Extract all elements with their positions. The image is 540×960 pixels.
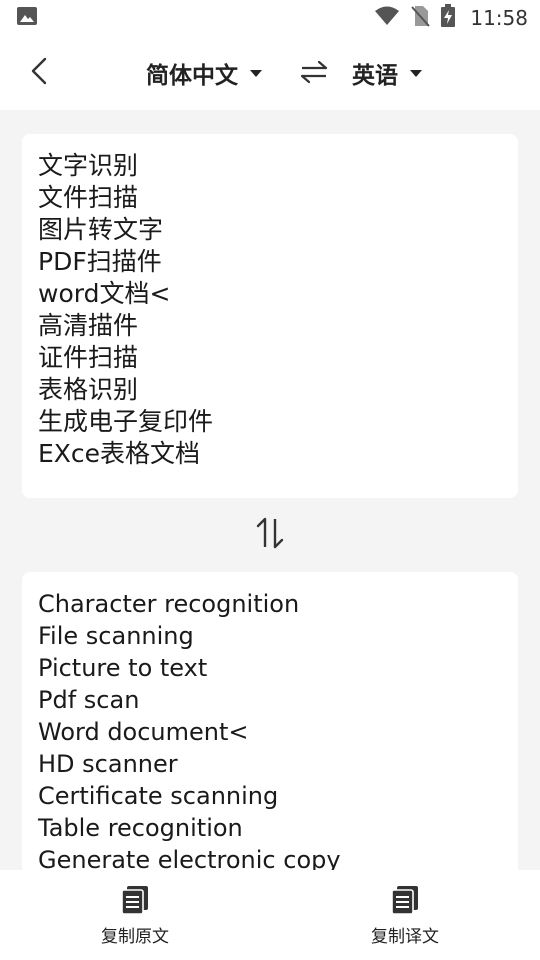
- copy-source-label: 复制原文: [101, 926, 169, 947]
- translation-text-lines: Character recognition File scanning Pictur…: [38, 588, 502, 872]
- translation-text-line: Pdf scan: [38, 686, 140, 714]
- source-text-area[interactable]: 文字识别文件扫描图片转文字 PDF扫描件 word文档< 高清描件证件扫描表格识别生成…: [22, 134, 518, 498]
- back-button[interactable]: [22, 56, 56, 90]
- document-copy-icon: [120, 884, 150, 916]
- chevron-left-icon: [29, 56, 49, 90]
- swap-text-button[interactable]: [252, 516, 288, 554]
- translation-text-line: Generate electronic copy: [38, 846, 341, 872]
- source-language-select[interactable]: 简体中文: [146, 54, 262, 92]
- source-text-line: 表格识别: [38, 375, 139, 404]
- source-text-lines: 文字识别文件扫描图片转文字 PDF扫描件 word文档< 高清描件证件扫描表格识别生成…: [38, 150, 502, 470]
- source-text-line: 文字识别: [38, 151, 139, 180]
- translation-text-line: Certificate scanning: [38, 782, 279, 810]
- caret-down-icon: [250, 69, 262, 77]
- source-text-line: EXce表格文档: [38, 439, 201, 468]
- source-language-label: 简体中文: [146, 63, 238, 89]
- copy-source-button[interactable]: 复制原文: [0, 870, 270, 960]
- translation-text-line: Word document<: [38, 718, 249, 746]
- swap-horizontal-icon: [299, 60, 329, 88]
- translation-text-line: File scanning: [38, 622, 194, 650]
- caret-down-icon: [410, 69, 422, 77]
- image-icon: [16, 6, 38, 30]
- source-text-line: 生成电子复印件: [38, 407, 214, 436]
- translation-text-line: HD scanner: [38, 750, 178, 778]
- source-text-line: 高清描件: [38, 311, 139, 340]
- copy-translation-button[interactable]: 复制译文: [270, 870, 540, 960]
- status-right: 11:58: [374, 4, 528, 32]
- translation-text-line: Table recognition: [38, 814, 243, 842]
- status-time: 11:58: [470, 6, 528, 30]
- target-language-label: 英语: [352, 63, 398, 89]
- no-sim-icon: [410, 5, 431, 31]
- copy-translation-label: 复制译文: [371, 926, 439, 947]
- translation-text-line: Character recognition: [38, 590, 300, 618]
- status-left: [16, 6, 374, 30]
- swap-vertical-icon: [255, 515, 285, 555]
- wifi-icon: [374, 6, 400, 30]
- source-text-line: word文档<: [38, 279, 171, 308]
- bottom-action-bar: 复制原文 复制译文: [0, 870, 540, 960]
- target-language-select[interactable]: 英语: [352, 54, 422, 92]
- source-text-line: 图片转文字: [38, 215, 164, 244]
- translation-text-line: Picture to text: [38, 654, 208, 682]
- source-text-line: 证件扫描: [38, 343, 139, 372]
- document-copy-icon: [390, 884, 420, 916]
- battery-charging-icon: [440, 4, 456, 32]
- language-header: 简体中文 英语: [0, 36, 540, 110]
- status-bar: 11:58: [0, 0, 540, 36]
- translation-text-area[interactable]: Character recognition File scanning Pictur…: [22, 572, 518, 872]
- source-text-line: 文件扫描: [38, 183, 139, 212]
- translate-screen: 11:58 简体中文 英语 文字识别 文件扫描 图片转文字 PDF扫描件 wor…: [0, 0, 540, 960]
- source-text-line: PDF扫描件: [38, 247, 162, 276]
- swap-languages-button[interactable]: [296, 58, 332, 90]
